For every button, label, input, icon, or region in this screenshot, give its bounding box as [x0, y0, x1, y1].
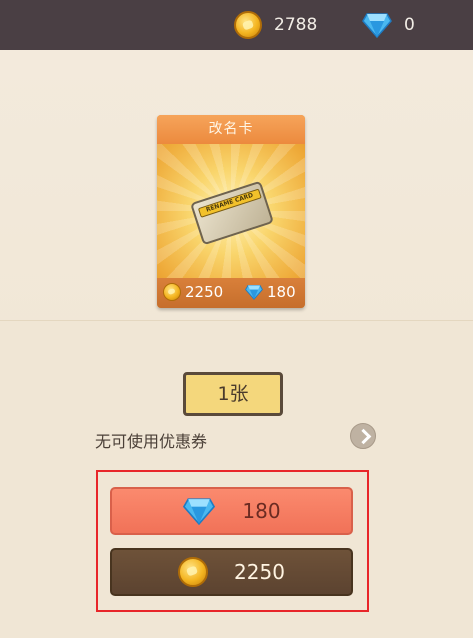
coupon-status: 无可使用优惠券 [95, 432, 208, 451]
diamond-icon [245, 284, 263, 300]
quantity-selector[interactable]: 1张 [183, 372, 283, 416]
item-card: 改名卡 RENAME CARD 2250 180 [157, 115, 305, 308]
item-price-gold-value: 2250 [185, 283, 224, 301]
item-price-gold: 2250 [163, 283, 223, 301]
item-price-gems-value: 180 [267, 283, 296, 301]
buy-with-gems-button[interactable]: 180 [110, 487, 353, 535]
diamond-icon [183, 498, 216, 525]
gold-coin-icon [178, 557, 209, 587]
gold-coin-icon [163, 283, 181, 301]
chevron-right-icon[interactable] [350, 423, 376, 449]
item-title: 改名卡 [157, 115, 305, 144]
gem-amount: 0 [404, 15, 415, 35]
gem-balance: 0 [362, 10, 415, 40]
item-price-gems: 180 [245, 283, 296, 301]
currency-bar: 2788 0 [0, 0, 473, 50]
gold-balance: 2788 [234, 10, 317, 40]
diamond-icon [362, 13, 392, 38]
gem-button-label: 180 [242, 499, 281, 523]
buy-with-gold-button[interactable]: 2250 [110, 548, 353, 596]
gold-coin-icon [234, 11, 262, 39]
item-price-bar: 2250 180 [157, 278, 305, 308]
gold-button-label: 2250 [234, 560, 285, 584]
gold-amount: 2788 [274, 15, 318, 35]
